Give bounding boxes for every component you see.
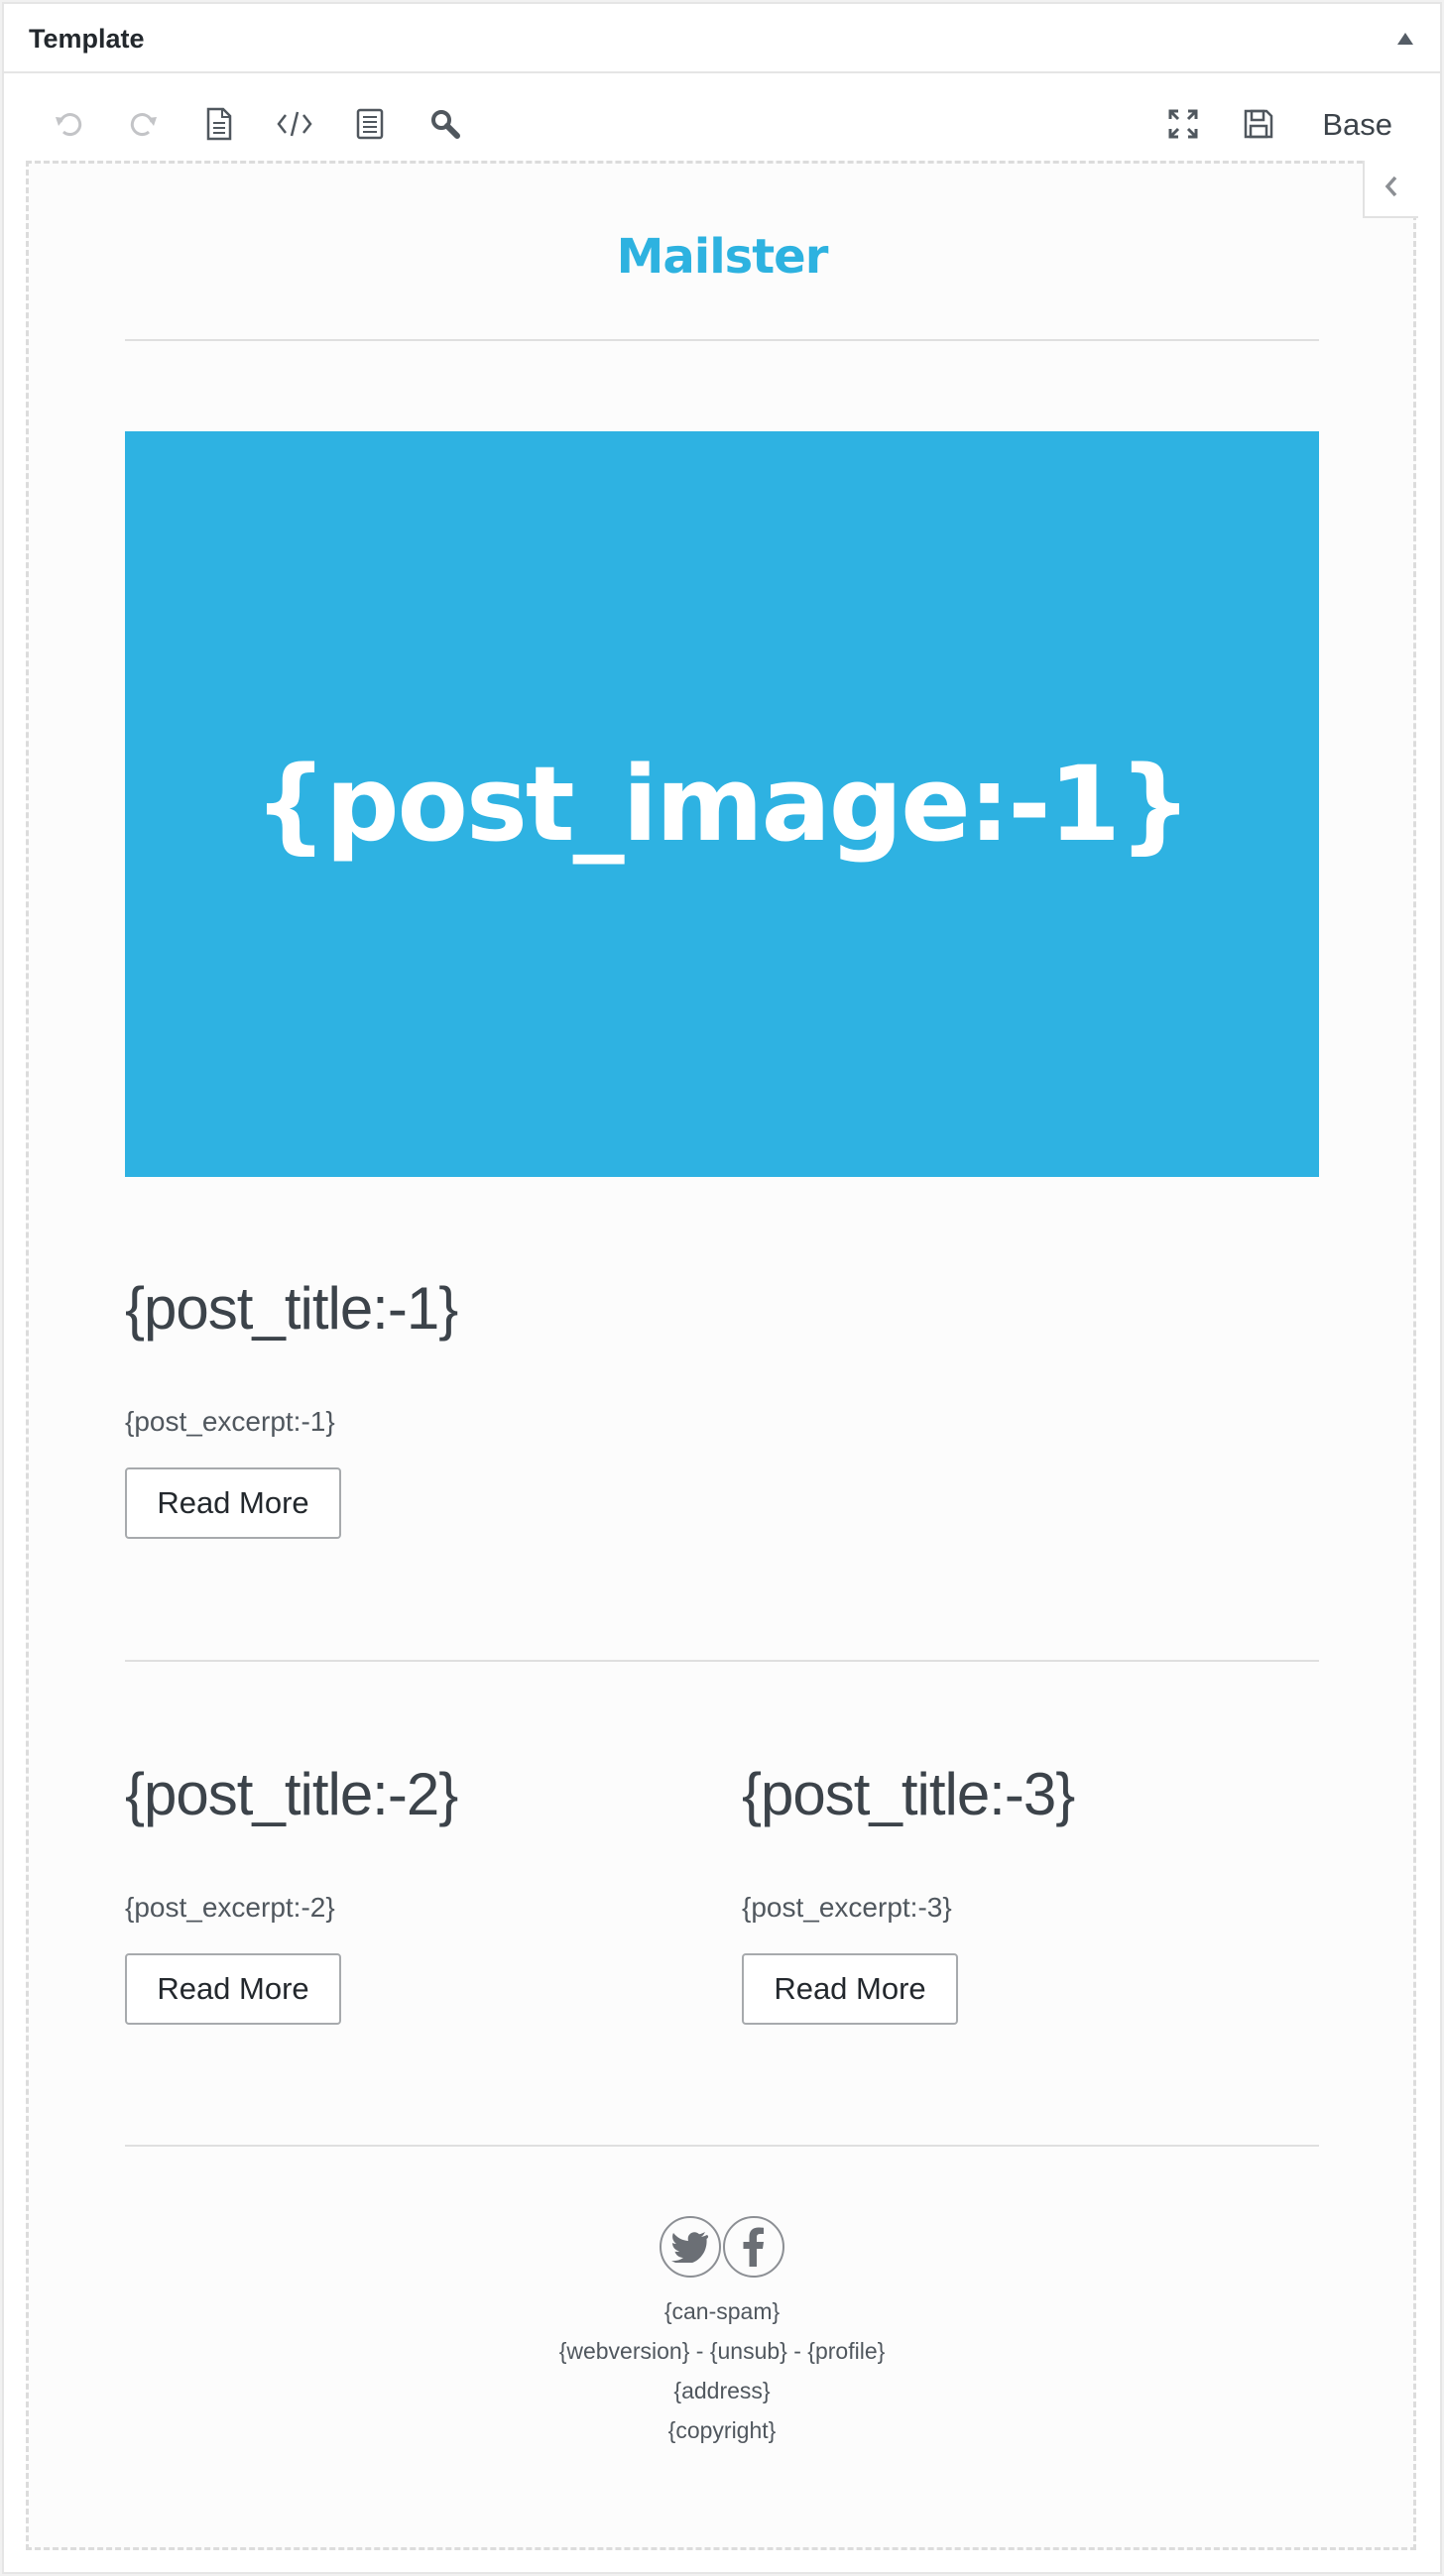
can-spam-text: {can-spam} (663, 2298, 781, 2324)
code-icon[interactable] (272, 101, 317, 147)
hero-image-placeholder: {post_image:-1} (254, 744, 1192, 865)
page-icon[interactable] (347, 101, 393, 147)
post-excerpt-2[interactable]: {post_excerpt:-2} (125, 1892, 335, 1924)
divider (125, 1660, 1319, 1662)
read-more-button-3[interactable]: Read More (742, 1953, 958, 2025)
mailster-logo: Mailster (616, 229, 829, 285)
divider (125, 2145, 1319, 2147)
read-more-button-2[interactable]: Read More (125, 1953, 341, 2025)
post-title-2[interactable]: {post_title:-2} (125, 1760, 458, 1828)
collapse-arrow-icon[interactable] (1392, 26, 1418, 52)
social-links (0, 2216, 1444, 2278)
sidebar-toggle-button[interactable] (1363, 161, 1418, 218)
read-more-button-1[interactable]: Read More (125, 1467, 341, 1539)
template-name-label[interactable]: Base (1322, 107, 1392, 143)
hero-image[interactable]: {post_image:-1} (125, 431, 1319, 1177)
facebook-icon[interactable] (723, 2216, 784, 2278)
post-title-1[interactable]: {post_title:-1} (125, 1274, 458, 1343)
divider (125, 339, 1319, 341)
chevron-left-icon (1384, 175, 1399, 203)
fullscreen-icon[interactable] (1160, 101, 1206, 147)
panel-header: Template (4, 4, 1440, 73)
address-text: {address} (673, 2378, 771, 2403)
document-icon[interactable] (196, 101, 242, 147)
search-icon[interactable] (422, 101, 468, 147)
copyright-text: {copyright} (667, 2417, 777, 2443)
redo-icon[interactable] (121, 101, 167, 147)
editor-toolbar: Base (4, 75, 1440, 165)
save-icon[interactable] (1236, 101, 1281, 147)
post-excerpt-1[interactable]: {post_excerpt:-1} (125, 1406, 335, 1438)
twitter-icon[interactable] (660, 2216, 721, 2278)
undo-icon[interactable] (46, 101, 91, 147)
panel-title: Template (29, 24, 145, 54)
footer-links[interactable]: {webversion} - {unsub} - {profile} (0, 2338, 1444, 2365)
post-title-3[interactable]: {post_title:-3} (742, 1760, 1075, 1828)
post-excerpt-3[interactable]: {post_excerpt:-3} (742, 1892, 952, 1924)
